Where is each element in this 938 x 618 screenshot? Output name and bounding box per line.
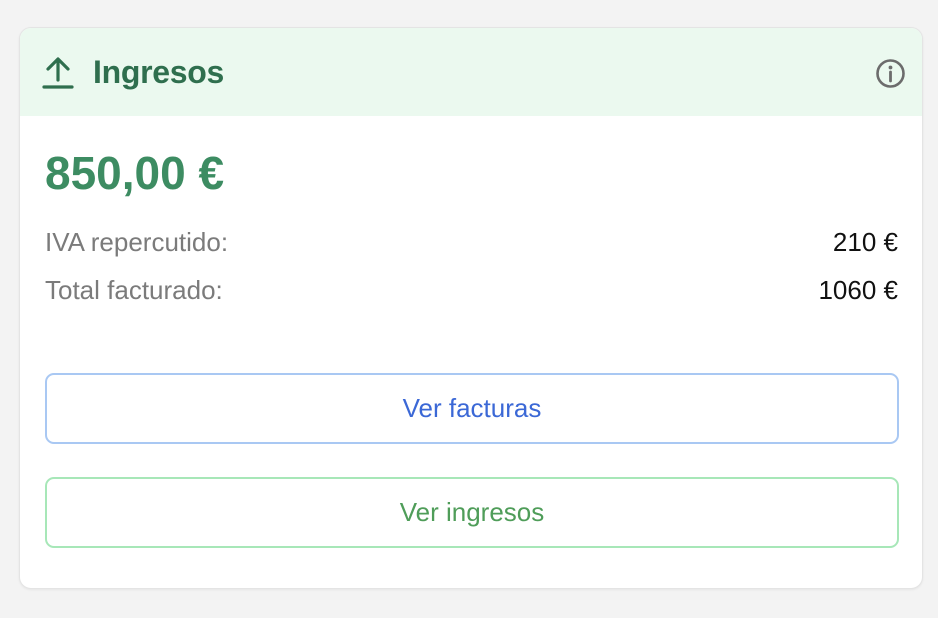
view-invoices-button[interactable]: Ver facturas — [45, 373, 899, 444]
income-amount: 850,00 € — [45, 147, 225, 199]
vat-label: IVA repercutido: — [45, 227, 229, 257]
info-icon[interactable] — [875, 58, 906, 89]
vat-row: IVA repercutido: 210 € — [45, 225, 898, 259]
total-invoiced-row: Total facturado: 1060 € — [45, 273, 898, 307]
card-header: Ingresos — [20, 28, 922, 116]
income-card: Ingresos 850,00 € IVA repercutido: 210 €… — [19, 27, 923, 589]
total-invoiced-value: 1060 € — [818, 275, 898, 305]
upload-arrow-icon — [42, 57, 74, 89]
view-invoices-label: Ver facturas — [402, 393, 542, 423]
view-income-button[interactable]: Ver ingresos — [45, 477, 899, 548]
card-title: Ingresos — [93, 54, 224, 90]
vat-value: 210 € — [832, 227, 898, 257]
view-income-label: Ver ingresos — [399, 497, 545, 527]
total-invoiced-label: Total facturado: — [45, 275, 223, 305]
